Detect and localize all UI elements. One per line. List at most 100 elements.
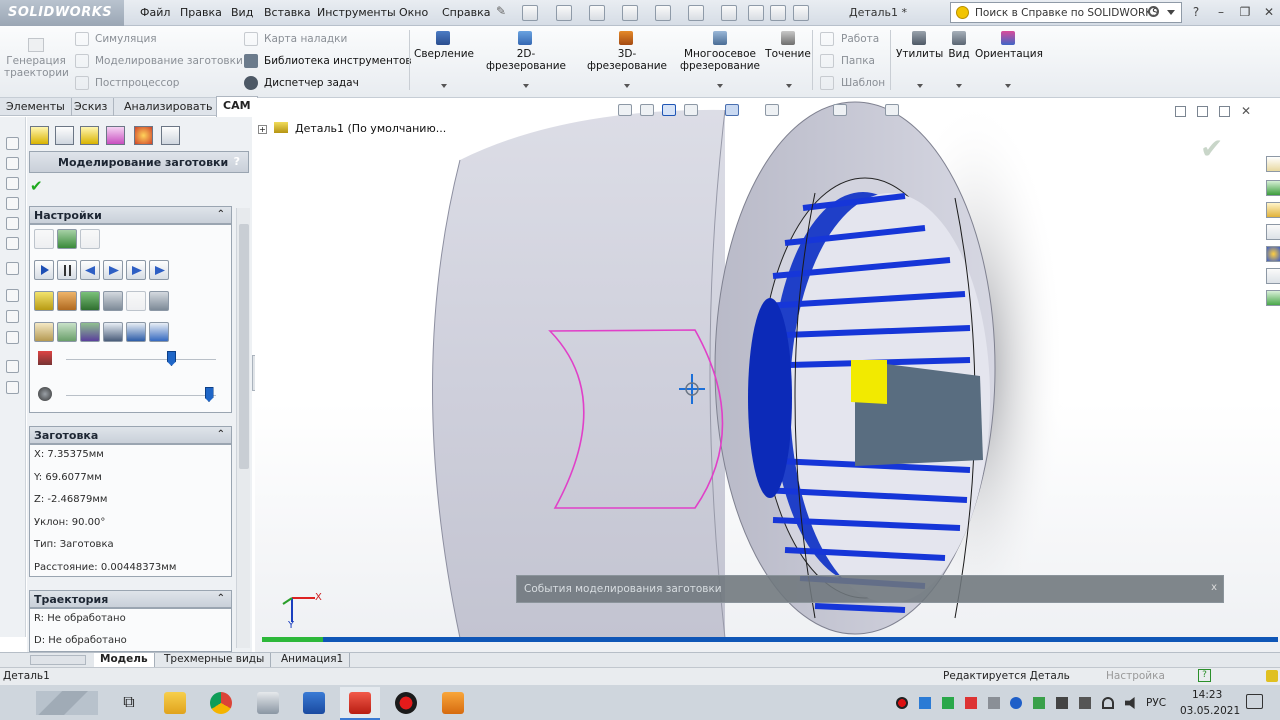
- menu-help[interactable]: Справка: [442, 6, 490, 19]
- solidworks-logo[interactable]: SOLIDWORKS: [0, 0, 124, 26]
- show-stock-icon[interactable]: [34, 291, 54, 311]
- cam-feature-tree-icon[interactable]: [6, 217, 19, 230]
- chevron-down-icon[interactable]: [441, 84, 447, 88]
- help-search-box[interactable]: Поиск в Справке по SOLIDWORKS: [950, 2, 1182, 23]
- tab-model[interactable]: Модель: [94, 653, 155, 668]
- hide-show-icon[interactable]: [833, 104, 847, 116]
- tab-cam[interactable]: CAM: [216, 96, 258, 117]
- video-editor-icon[interactable]: [442, 692, 464, 714]
- search-icon[interactable]: [1148, 6, 1159, 17]
- battery-icon[interactable]: [1079, 697, 1091, 709]
- resources-icon[interactable]: [1266, 180, 1280, 196]
- tab-sketch[interactable]: Эскиз: [68, 98, 115, 116]
- rebuild-icon[interactable]: [748, 5, 764, 21]
- template-button[interactable]: Шаблон: [841, 77, 885, 89]
- print-icon[interactable]: [622, 5, 638, 21]
- help-icon[interactable]: ?: [1188, 5, 1204, 21]
- tab-analyze[interactable]: Анализировать: [118, 98, 220, 116]
- tray-app-icon[interactable]: [988, 697, 1000, 709]
- toolpath-header[interactable]: Траектория ⌃: [29, 590, 232, 608]
- menu-view[interactable]: Вид: [231, 6, 253, 19]
- multiaxis-milling-button[interactable]: Многоосевое фрезерование: [678, 48, 762, 72]
- generate-toolpath-button[interactable]: Генерация траектории: [4, 55, 69, 79]
- graphics-viewport[interactable]: ✕ ✔ X Y: [255, 98, 1280, 652]
- media-player-icon[interactable]: [303, 692, 325, 714]
- end-icon[interactable]: [149, 260, 169, 280]
- confirm-corner-check-icon[interactable]: ✔: [1200, 132, 1223, 165]
- ok-check-icon[interactable]: ✔: [30, 177, 43, 195]
- redo-icon[interactable]: [688, 5, 704, 21]
- ruler-icon[interactable]: [103, 322, 123, 342]
- chevron-down-icon[interactable]: [523, 84, 529, 88]
- panel-scrollbar[interactable]: [236, 208, 250, 648]
- stair-icon[interactable]: [149, 322, 169, 342]
- save-stl-icon[interactable]: [126, 322, 146, 342]
- tab-animation[interactable]: Анимация1: [275, 653, 351, 668]
- gouge-icon[interactable]: [80, 322, 100, 342]
- open-doc-icon[interactable]: [556, 5, 572, 21]
- display-mode-2-icon[interactable]: [57, 229, 77, 249]
- orientation-button[interactable]: Ориентация: [975, 48, 1043, 60]
- file-explorer-taskbar-icon[interactable]: [164, 692, 186, 714]
- speed-slider-track[interactable]: [66, 359, 216, 360]
- cam-operation-tree-icon[interactable]: [6, 237, 19, 250]
- save-icon[interactable]: [589, 5, 605, 21]
- appearances-icon[interactable]: [1266, 246, 1280, 262]
- color-tab-icon[interactable]: [134, 126, 153, 145]
- chrome-icon[interactable]: [210, 692, 232, 714]
- select-icon[interactable]: [721, 5, 737, 21]
- next-op-icon[interactable]: [126, 260, 146, 280]
- settings-tab-icon[interactable]: [55, 126, 74, 145]
- utilities-button[interactable]: Утилиты: [896, 48, 943, 60]
- close-icon[interactable]: ✕: [1261, 5, 1277, 21]
- step-forward-icon[interactable]: [103, 260, 123, 280]
- pause-icon[interactable]: [57, 260, 77, 280]
- milling-2d-button[interactable]: 2D-фрезерование: [478, 48, 574, 72]
- stock-simulation-button[interactable]: Моделирование заготовки: [95, 55, 243, 67]
- tool-path-icon[interactable]: [34, 322, 54, 342]
- dim-expert-icon[interactable]: [6, 197, 19, 210]
- tool-tab-icon[interactable]: [80, 126, 99, 145]
- section-view-icon[interactable]: [684, 104, 698, 116]
- new-doc-icon[interactable]: [522, 5, 538, 21]
- options-icon[interactable]: [770, 5, 786, 21]
- clock-time[interactable]: 14:23: [1192, 689, 1222, 701]
- viewport-minimize-icon[interactable]: [1197, 106, 1208, 117]
- tray-app-icon[interactable]: [1056, 697, 1068, 709]
- help-status-icon[interactable]: ?: [1198, 669, 1211, 682]
- minimize-icon[interactable]: –: [1213, 5, 1229, 21]
- drilling-button[interactable]: Сверление: [414, 48, 474, 60]
- menu-window[interactable]: Окно: [399, 6, 428, 19]
- view-orientation-icon[interactable]: [725, 104, 739, 116]
- feature-tree-flyout[interactable]: + Деталь1 (По умолчанию...: [258, 122, 446, 135]
- scenes-icon[interactable]: [885, 104, 899, 116]
- display-style-icon[interactable]: [765, 104, 779, 116]
- home-icon[interactable]: [1266, 156, 1280, 172]
- viewport-close-icon[interactable]: ✕: [1241, 104, 1251, 118]
- collapse-icon[interactable]: ⌃: [217, 209, 225, 220]
- show-tool-icon[interactable]: [57, 291, 77, 311]
- simulation-button[interactable]: Симуляция: [95, 33, 157, 45]
- turning-button[interactable]: Точение: [763, 48, 813, 60]
- custom-props-icon[interactable]: [1266, 268, 1280, 284]
- solidworks-tray-icon[interactable]: [965, 697, 977, 709]
- chevron-down-icon[interactable]: [917, 84, 923, 88]
- record-tray-icon[interactable]: [896, 697, 908, 709]
- postprocessor-button[interactable]: Постпроцессор: [95, 77, 179, 89]
- zoom-area-icon[interactable]: [640, 104, 654, 116]
- notification-icon[interactable]: [1266, 670, 1278, 682]
- solidworks-forum-icon[interactable]: [1266, 290, 1280, 306]
- solidworks-taskbar-icon[interactable]: [349, 692, 371, 714]
- chevron-down-icon[interactable]: [1167, 10, 1175, 15]
- restore-icon[interactable]: ❐: [1237, 5, 1253, 21]
- tab-features[interactable]: Элементы: [0, 98, 72, 116]
- milling-3d-button[interactable]: 3D-фрезерование: [578, 48, 676, 72]
- bluetooth-icon[interactable]: [1010, 697, 1022, 709]
- scrollbar-thumb[interactable]: [239, 224, 249, 469]
- wifi-icon[interactable]: [1102, 697, 1114, 709]
- zoom-fit-icon[interactable]: [618, 104, 632, 116]
- property-manager-icon[interactable]: [6, 157, 19, 170]
- tool-holder-tab-icon[interactable]: [161, 126, 180, 145]
- settings-header[interactable]: Настройки ⌃: [29, 206, 232, 224]
- chevron-down-icon[interactable]: [956, 84, 962, 88]
